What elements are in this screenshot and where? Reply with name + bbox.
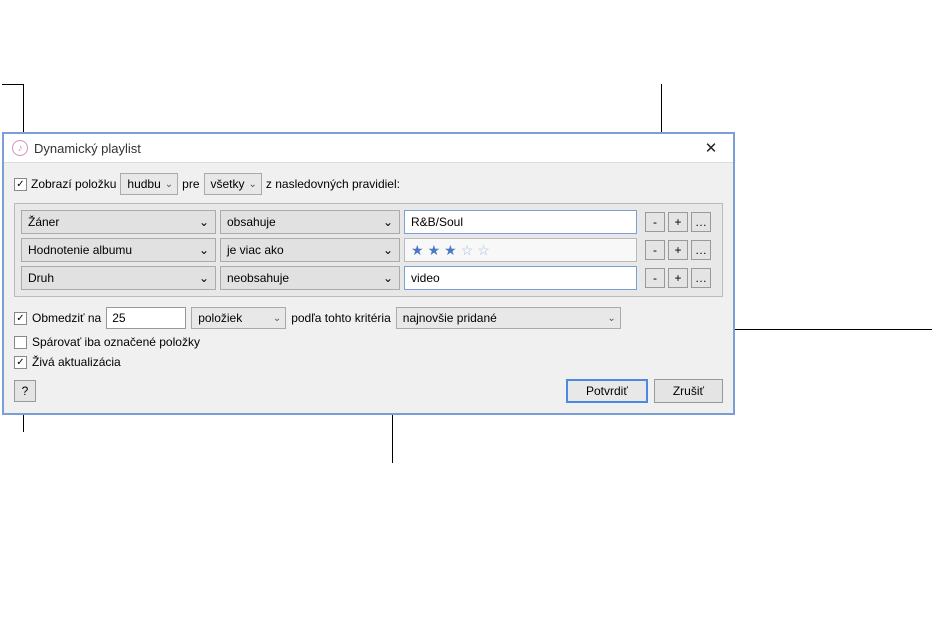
rule-field-select[interactable]: Žáner ⌄ [21, 210, 216, 234]
remove-rule-button[interactable]: - [645, 240, 665, 260]
rule-row: Druh ⌄ neobsahuje ⌄ - + … [21, 266, 716, 290]
chevron-down-icon: ⌄ [383, 215, 393, 229]
rule-operator-select[interactable]: je viac ako ⌄ [220, 238, 400, 262]
media-select[interactable]: hudbu ⌄ [120, 173, 178, 195]
remove-rule-button[interactable]: - [645, 212, 665, 232]
rule-value-input[interactable] [404, 266, 637, 290]
limit-count-input[interactable] [106, 307, 186, 329]
add-rule-button[interactable]: + [668, 212, 688, 232]
chevron-down-icon: ⌄ [383, 243, 393, 257]
dialog-content: Zobrazí položku hudbu ⌄ pre všetky ⌄ z n… [4, 163, 733, 413]
match-line: Zobrazí položku hudbu ⌄ pre všetky ⌄ z n… [14, 173, 723, 195]
window-title: Dynamický playlist [34, 141, 697, 156]
chevron-down-icon: ⌄ [607, 313, 615, 324]
cancel-button[interactable]: Zrušiť [654, 379, 723, 403]
chevron-down-icon: ⌄ [273, 313, 281, 324]
star-icon: ★ [411, 242, 426, 259]
more-rule-button[interactable]: … [691, 212, 711, 232]
chevron-down-icon: ⌄ [249, 179, 257, 190]
close-button[interactable]: ✕ [697, 139, 725, 157]
dialog-window: Dynamický playlist ✕ Zobrazí položku hud… [2, 132, 735, 415]
match-only-row: Spárovať iba označené položky [14, 335, 723, 349]
star-icon: ★ [428, 242, 443, 259]
limit-criteria-select[interactable]: najnovšie pridané ⌄ [396, 307, 621, 329]
rule-field-select[interactable]: Hodnotenie albumu ⌄ [21, 238, 216, 262]
help-button[interactable]: ? [14, 380, 36, 402]
limit-label: Obmedziť na [32, 311, 101, 325]
chevron-down-icon: ⌄ [199, 243, 209, 257]
match-checkbox[interactable] [14, 178, 27, 191]
rule-field-select[interactable]: Druh ⌄ [21, 266, 216, 290]
match-only-checkbox[interactable] [14, 336, 27, 349]
options: Obmedziť na položiek ⌄ podľa tohto krité… [14, 307, 723, 369]
rule-value-input[interactable] [404, 210, 637, 234]
ok-button[interactable]: Potvrdiť [566, 379, 648, 403]
more-rule-button[interactable]: … [691, 240, 711, 260]
more-rule-button[interactable]: … [691, 268, 711, 288]
match-suffix: z nasledovných pravidiel: [266, 177, 400, 191]
match-prefix: Zobrazí položku [31, 177, 116, 191]
match-for: pre [182, 177, 199, 191]
rule-row: Žáner ⌄ obsahuje ⌄ - + … [21, 210, 716, 234]
remove-rule-button[interactable]: - [645, 268, 665, 288]
limit-by-label: podľa tohto kritéria [291, 311, 391, 325]
rule-operator-select[interactable]: obsahuje ⌄ [220, 210, 400, 234]
rules-container: Žáner ⌄ obsahuje ⌄ - + … Hodnotenie albu… [14, 203, 723, 297]
live-update-row: Živá aktualizácia [14, 355, 723, 369]
limit-row: Obmedziť na položiek ⌄ podľa tohto krité… [14, 307, 723, 329]
match-only-label: Spárovať iba označené položky [32, 335, 200, 349]
bottom-button-row: ? Potvrdiť Zrušiť [14, 379, 723, 403]
star-icon: ★ [444, 242, 459, 259]
star-empty-icon: ☆ [477, 242, 492, 259]
add-rule-button[interactable]: + [668, 268, 688, 288]
star-empty-icon: ☆ [461, 242, 476, 259]
scope-select[interactable]: všetky ⌄ [204, 173, 262, 195]
chevron-down-icon: ⌄ [199, 271, 209, 285]
add-rule-button[interactable]: + [668, 240, 688, 260]
rule-operator-select[interactable]: neobsahuje ⌄ [220, 266, 400, 290]
chevron-down-icon: ⌄ [199, 215, 209, 229]
limit-unit-select[interactable]: položiek ⌄ [191, 307, 286, 329]
live-update-label: Živá aktualizácia [32, 355, 121, 369]
chevron-down-icon: ⌄ [383, 271, 393, 285]
playlist-icon [12, 140, 28, 156]
live-update-checkbox[interactable] [14, 356, 27, 369]
rating-input[interactable]: ★ ★ ★ ☆ ☆ [404, 238, 637, 262]
limit-checkbox[interactable] [14, 312, 27, 325]
chevron-down-icon: ⌄ [165, 179, 173, 190]
titlebar: Dynamický playlist ✕ [4, 134, 733, 163]
rule-row: Hodnotenie albumu ⌄ je viac ako ⌄ ★ ★ ★ … [21, 238, 716, 262]
